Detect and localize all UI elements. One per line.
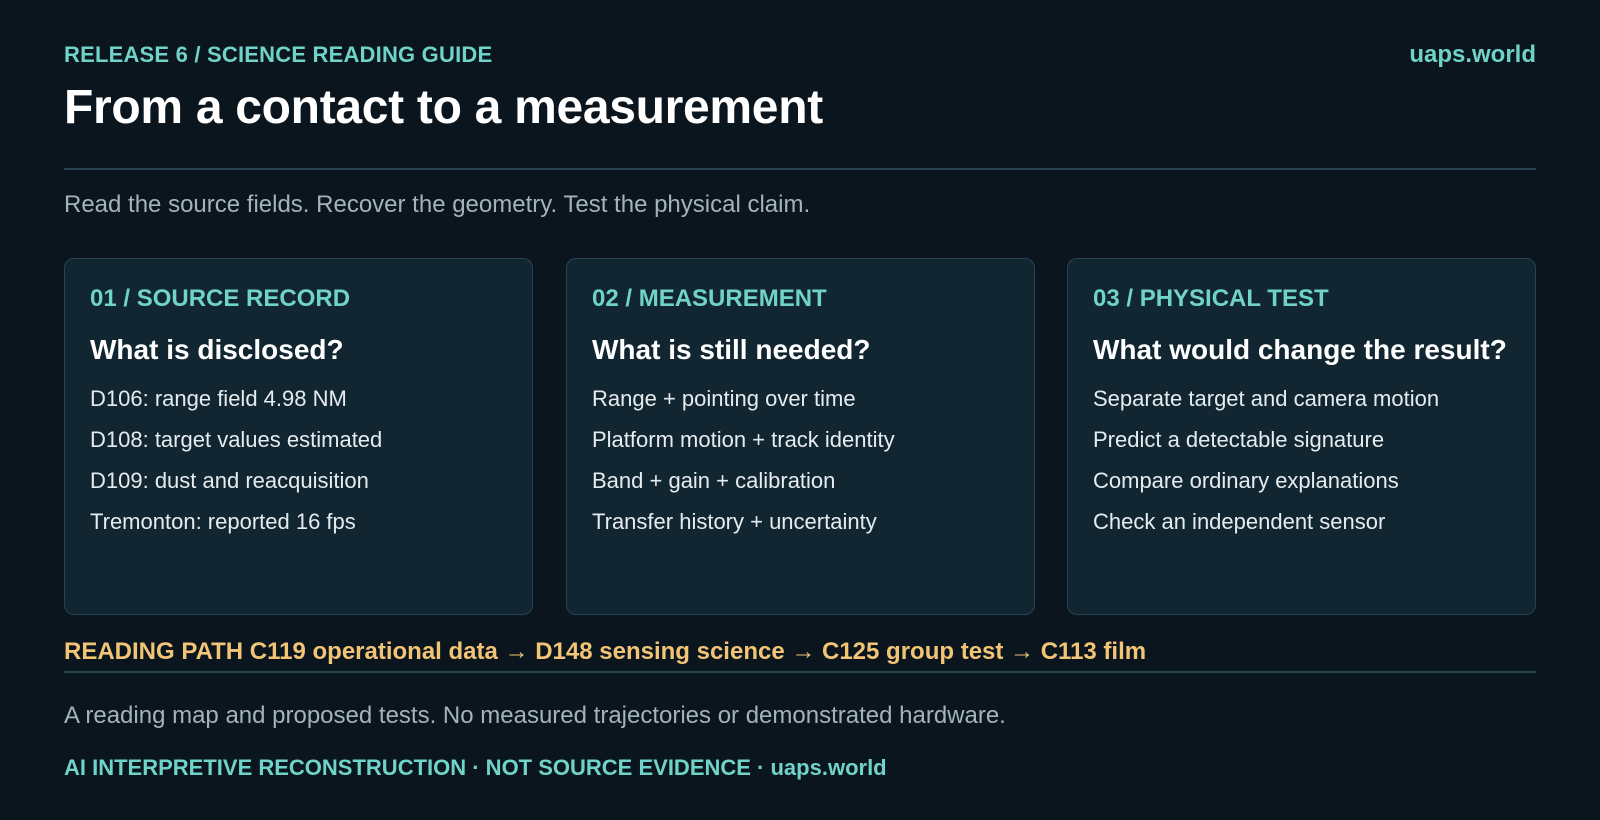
list-item: Separate target and camera motion [1093,386,1440,411]
list-item: Band + gain + calibration [592,468,836,493]
page: RELEASE 6 / SCIENCE READING GUIDE uaps.w… [0,0,1600,820]
divider-bottom [64,671,1536,673]
page-title: From a contact to a measurement [64,81,823,134]
list-item: Platform motion + track identity [592,427,895,452]
card-list: Separate target and camera motion Predic… [1093,386,1510,550]
card-question: What is disclosed? [90,334,344,365]
card-question: What would change the result? [1093,334,1507,365]
card-physical-test: 03 / PHYSICAL TEST What would change the… [1067,258,1536,615]
card-list: D106: range field 4.98 NM D108: target v… [90,386,507,550]
list-item: Range + pointing over time [592,386,856,411]
list-item: Check an independent sensor [1093,509,1386,534]
card-question: What is still needed? [592,334,871,365]
release-kicker: RELEASE 6 / SCIENCE READING GUIDE [64,42,493,67]
card-label: 03 / PHYSICAL TEST [1093,285,1329,312]
cards-row: 01 / SOURCE RECORD What is disclosed? D1… [64,258,1536,615]
reading-path: READING PATH C119 operational data → D14… [64,638,1147,665]
list-item: Tremonton: reported 16 fps [90,509,356,534]
site-link[interactable]: uaps.world [1409,41,1536,69]
footer-credit: AI INTERPRETIVE RECONSTRUCTION · NOT SOU… [64,755,887,780]
card-label: 02 / MEASUREMENT [592,285,827,312]
card-list: Range + pointing over time Platform moti… [592,386,1009,550]
list-item: Predict a detectable signature [1093,427,1385,452]
list-item: D108: target values estimated [90,427,383,452]
card-source-record: 01 / SOURCE RECORD What is disclosed? D1… [64,258,533,615]
disclaimer-note: A reading map and proposed tests. No mea… [64,702,1006,729]
list-item: D106: range field 4.98 NM [90,386,347,411]
list-item: Compare ordinary explanations [1093,468,1399,493]
card-measurement: 02 / MEASUREMENT What is still needed? R… [566,258,1035,615]
list-item: D109: dust and reacquisition [90,468,369,493]
list-item: Transfer history + uncertainty [592,509,877,534]
card-label: 01 / SOURCE RECORD [90,285,351,312]
divider-top [64,168,1536,170]
page-subtitle: Read the source fields. Recover the geom… [64,191,811,218]
